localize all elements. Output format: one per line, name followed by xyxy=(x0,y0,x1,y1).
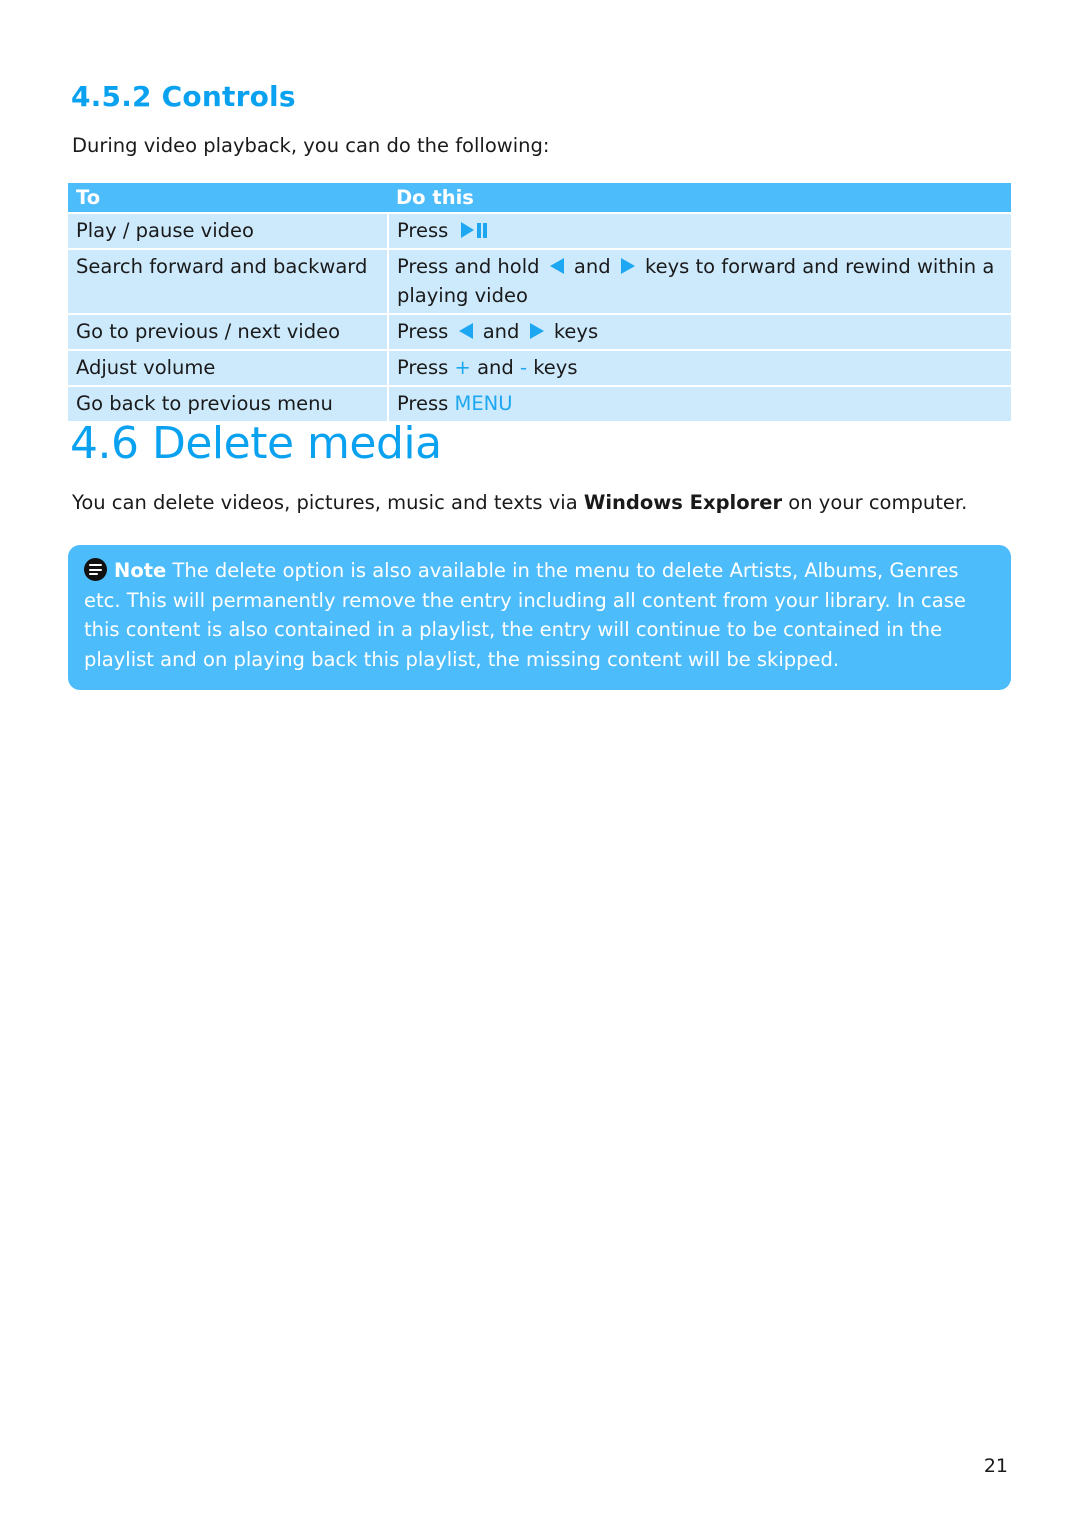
column-header-to: To xyxy=(68,183,388,213)
table-row: Play / pause video Press xyxy=(68,212,1011,249)
instruction-text: Press xyxy=(397,219,455,242)
table-row: Go to previous / next video Press and key… xyxy=(68,313,1011,350)
cell-to: Go back to previous menu xyxy=(68,385,389,421)
cell-do-this: Press MENU xyxy=(388,385,1011,421)
controls-table: To Do this Play / pause video Press Searc… xyxy=(68,183,1011,421)
section-heading-delete-media: 4.6 Delete media xyxy=(70,418,442,469)
table-row: Search forward and backward Press and hol… xyxy=(68,248,1011,314)
right-arrow-icon xyxy=(529,323,544,339)
cell-do-this: Press + and - keys xyxy=(388,349,1011,386)
delete-media-body: You can delete videos, pictures, music a… xyxy=(72,491,968,514)
play-pause-icon xyxy=(460,222,487,238)
instruction-text: Press xyxy=(397,356,455,379)
note-text: The delete option is also available in t… xyxy=(84,559,966,671)
cell-do-this: Press xyxy=(388,212,1011,249)
column-header-do-this: Do this xyxy=(388,183,1011,213)
table-row: Go back to previous menu Press MENU xyxy=(68,385,1011,421)
cell-to: Search forward and backward xyxy=(68,248,389,314)
instruction-text: Press xyxy=(397,392,455,415)
controls-intro: During video playback, you can do the fo… xyxy=(72,134,550,157)
note-icon xyxy=(84,558,107,581)
table-row: Adjust volume Press + and - keys xyxy=(68,349,1011,386)
instruction-text: keys xyxy=(527,356,578,379)
instruction-text: and xyxy=(567,255,617,278)
left-arrow-icon xyxy=(549,258,564,274)
windows-explorer-label: Windows Explorer xyxy=(583,491,783,514)
right-arrow-icon xyxy=(620,258,635,274)
key-label: + xyxy=(454,356,471,379)
key-label: - xyxy=(519,356,528,379)
cell-to: Adjust volume xyxy=(68,349,389,386)
instruction-text: keys xyxy=(547,320,599,343)
cell-to: Play / pause video xyxy=(68,212,389,249)
table-header-row: To Do this xyxy=(68,183,1011,213)
key-label: MENU xyxy=(454,392,513,415)
note-box: Note The delete option is also available… xyxy=(68,545,1011,690)
section-heading-controls: 4.5.2 Controls xyxy=(71,80,296,113)
instruction-text: Press and hold xyxy=(397,255,546,278)
instruction-text: Press xyxy=(397,320,455,343)
cell-to: Go to previous / next video xyxy=(68,313,389,350)
page-number: 21 xyxy=(983,1455,1008,1477)
instruction-text: and xyxy=(476,320,526,343)
note-label: Note xyxy=(114,559,167,582)
cell-do-this: Press and keys xyxy=(388,313,1011,350)
instruction-text: and xyxy=(470,356,520,379)
cell-do-this: Press and hold and keys to forward and r… xyxy=(388,248,1011,314)
left-arrow-icon xyxy=(458,323,473,339)
